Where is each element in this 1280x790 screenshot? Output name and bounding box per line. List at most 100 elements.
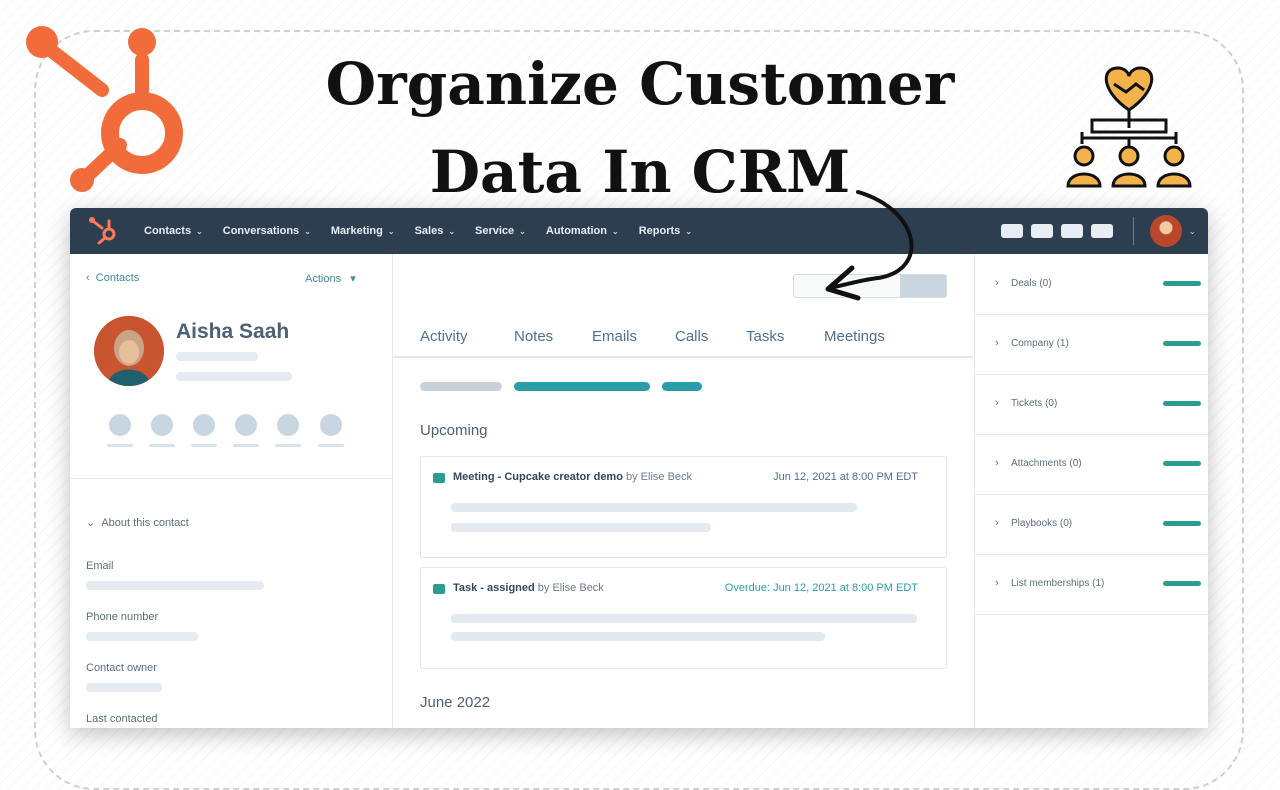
person-photo-icon xyxy=(94,316,164,386)
card-body-bar xyxy=(451,632,825,641)
task-icon xyxy=(433,584,445,594)
contact-avatar xyxy=(94,316,164,386)
nav-contacts-label: Contacts xyxy=(144,225,192,237)
month-heading: June 2022 xyxy=(420,694,491,711)
tab-tasks[interactable]: Tasks xyxy=(746,328,784,345)
handshake-team-icon xyxy=(1066,66,1192,188)
nav-tool-button[interactable] xyxy=(1091,224,1114,238)
nav-marketing-label: Marketing xyxy=(330,225,383,237)
quick-action-label-bar xyxy=(275,444,301,447)
nav-tool-button[interactable] xyxy=(1001,224,1024,238)
divider xyxy=(70,478,392,479)
phone-value-bar[interactable] xyxy=(86,632,198,641)
nav-contacts[interactable]: Contacts ⌄ xyxy=(144,225,203,237)
about-section-toggle[interactable]: ⌄ About this contact xyxy=(86,516,189,529)
timeline-card-task[interactable]: Task - assigned by Elise Beck Overdue: J… xyxy=(420,567,947,669)
tab-notes[interactable]: Notes xyxy=(514,328,553,345)
card-title-text: Meeting - Cupcake creator demo xyxy=(453,471,623,483)
nav-reports[interactable]: Reports ⌄ xyxy=(639,225,692,237)
association-accent-bar xyxy=(1163,461,1201,466)
tab-emails[interactable]: Emails xyxy=(592,328,637,345)
card-body-bar xyxy=(451,614,917,623)
nav-divider xyxy=(1133,217,1135,245)
chevron-down-icon[interactable]: ⌄ xyxy=(1188,226,1196,237)
card-date-overdue: Overdue: Jun 12, 2021 at 8:00 PM EDT xyxy=(724,582,918,594)
association-label: Deals (0) xyxy=(1011,278,1052,289)
association-tickets[interactable]: › Tickets (0) xyxy=(975,374,1208,435)
quick-action-button[interactable] xyxy=(193,414,215,436)
quick-action-button[interactable] xyxy=(151,414,173,436)
field-label-phone: Phone number xyxy=(86,611,159,623)
nav-sales[interactable]: Sales ⌄ xyxy=(415,225,455,237)
quick-action-label-bar xyxy=(149,444,175,447)
placeholder-bar xyxy=(176,352,258,361)
association-accent-bar xyxy=(1163,521,1201,526)
nav-marketing[interactable]: Marketing ⌄ xyxy=(331,225,395,237)
hubspot-sprocket-icon xyxy=(26,26,183,192)
timeline-card-meeting[interactable]: Meeting - Cupcake creator demo by Elise … xyxy=(420,456,947,558)
tab-meetings[interactable]: Meetings xyxy=(824,328,885,345)
about-label: About this contact xyxy=(101,517,189,529)
filter-pill[interactable] xyxy=(420,382,502,391)
quick-action-button[interactable] xyxy=(109,414,131,436)
nav-reports-label: Reports xyxy=(638,225,681,237)
association-playbooks[interactable]: › Playbooks (0) xyxy=(975,494,1208,555)
nav-tool-button[interactable] xyxy=(1061,224,1084,238)
quick-action-label-bar xyxy=(107,444,133,447)
filter-pill-active[interactable] xyxy=(662,382,702,391)
chevron-down-icon: ⌄ xyxy=(387,226,395,236)
association-company[interactable]: › Company (1) xyxy=(975,314,1208,375)
quick-action-button[interactable] xyxy=(320,414,342,436)
association-attachments[interactable]: › Attachments (0) xyxy=(975,434,1208,495)
back-to-contacts-link[interactable]: ‹ Contacts xyxy=(86,272,139,284)
nav-conversations[interactable]: Conversations ⌄ xyxy=(223,225,311,237)
quick-action-button[interactable] xyxy=(235,414,257,436)
card-title: Meeting - Cupcake creator demo by Elise … xyxy=(453,471,692,483)
top-navigation-bar: Contacts ⌄ Conversations ⌄ Marketing ⌄ Sale… xyxy=(70,208,1208,254)
card-title: Task - assigned by Elise Beck xyxy=(453,582,604,594)
caret-down-icon: ▾ xyxy=(350,273,356,285)
nav-service-label: Service xyxy=(475,225,515,237)
chevron-right-icon: › xyxy=(995,397,999,409)
nav-service[interactable]: Service ⌄ xyxy=(475,225,526,237)
nav-sales-label: Sales xyxy=(414,225,444,237)
activity-tabs: Activity Notes Emails Calls Tasks Meetin… xyxy=(393,324,973,358)
tab-calls[interactable]: Calls xyxy=(675,328,708,345)
nav-conversations-label: Conversations xyxy=(222,225,300,237)
quick-action-label-bar xyxy=(233,444,259,447)
nav-tool-button[interactable] xyxy=(1031,224,1054,238)
association-list-memberships[interactable]: › List memberships (1) xyxy=(975,554,1208,615)
quick-action-label-bar xyxy=(191,444,217,447)
association-label: Attachments (0) xyxy=(1011,458,1082,469)
nav-automation-label: Automation xyxy=(545,225,607,237)
owner-value-bar[interactable] xyxy=(86,683,162,692)
chevron-right-icon: › xyxy=(995,577,999,589)
association-label: Tickets (0) xyxy=(1011,398,1058,409)
card-author: by Elise Beck xyxy=(537,582,604,594)
chevron-down-icon: ⌄ xyxy=(304,226,311,236)
calendar-icon xyxy=(433,473,445,483)
activity-panel: Activity Notes Emails Calls Tasks Meetin… xyxy=(393,254,973,728)
quick-action-button[interactable] xyxy=(277,414,299,436)
email-value-bar[interactable] xyxy=(86,581,264,590)
chevron-right-icon: › xyxy=(995,517,999,529)
user-avatar[interactable] xyxy=(1150,215,1183,247)
chevron-down-icon: ⌄ xyxy=(86,517,96,529)
contact-name: Aisha Saah xyxy=(176,320,290,343)
association-deals[interactable]: › Deals (0) xyxy=(975,254,1208,315)
card-author: by Elise Beck xyxy=(626,471,693,483)
association-accent-bar xyxy=(1163,401,1201,406)
nav-logo-icon[interactable] xyxy=(88,216,122,246)
association-accent-bar xyxy=(1163,281,1201,286)
headline-line-1: Organize Customer xyxy=(325,50,955,118)
card-body-bar xyxy=(451,503,857,512)
chevron-right-icon: › xyxy=(995,337,999,349)
association-label: Playbooks (0) xyxy=(1011,518,1073,529)
card-body-bar xyxy=(451,523,711,532)
actions-dropdown[interactable]: Actions ▾ xyxy=(305,272,356,285)
tab-activity[interactable]: Activity xyxy=(420,328,468,345)
nav-automation[interactable]: Automation ⌄ xyxy=(546,225,619,237)
association-accent-bar xyxy=(1163,341,1201,346)
filter-pill-active[interactable] xyxy=(514,382,650,391)
chevron-down-icon: ⌄ xyxy=(196,226,203,236)
